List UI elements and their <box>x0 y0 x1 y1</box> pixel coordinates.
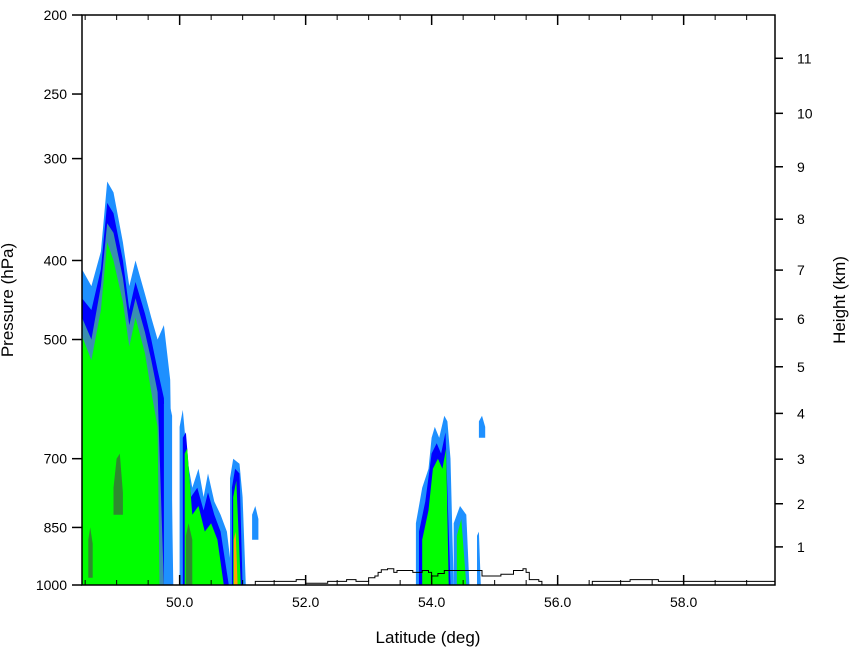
y2-axis-title: Height (km) <box>830 256 849 344</box>
y2-tick-label: 6 <box>797 311 805 327</box>
y-tick-label: 400 <box>44 252 68 268</box>
y-tick-label: 300 <box>44 151 68 167</box>
y-tick-label: 250 <box>44 86 68 102</box>
x-tick-label: 54.0 <box>418 594 445 610</box>
y-axis-title: Pressure (hPa) <box>0 243 17 357</box>
y-tick-label: 700 <box>44 451 68 467</box>
y2-tick-label: 1 <box>797 539 805 555</box>
x-axis-title: Latitude (deg) <box>376 628 481 647</box>
chart-svg: 50.0 52.0 54.0 56.0 58.0 1000 850 700 500 400 300 2… <box>0 0 850 650</box>
x-tick-label: 58.0 <box>670 594 697 610</box>
y-tick-label: 850 <box>44 519 68 535</box>
y-tick-label: 500 <box>44 332 68 348</box>
y2-tick-label: 7 <box>797 262 805 278</box>
y2-tick-label: 2 <box>797 496 805 512</box>
x-tick-label: 56.0 <box>544 594 571 610</box>
y2-tick-label: 10 <box>797 105 813 121</box>
y2-tick-label: 8 <box>797 211 805 227</box>
y2-tick-label: 3 <box>797 451 805 467</box>
y-tick-label: 200 <box>44 7 68 23</box>
y2-tick-label: 5 <box>797 359 805 375</box>
x-tick-label: 50.0 <box>166 594 193 610</box>
x-tick-label: 52.0 <box>292 594 319 610</box>
y2-tick-label: 4 <box>797 405 805 421</box>
y-tick-label: 1000 <box>36 577 67 593</box>
y2-tick-label: 11 <box>797 50 812 66</box>
contour-fill-22 <box>163 392 173 585</box>
y2-tick-label: 9 <box>797 159 805 175</box>
